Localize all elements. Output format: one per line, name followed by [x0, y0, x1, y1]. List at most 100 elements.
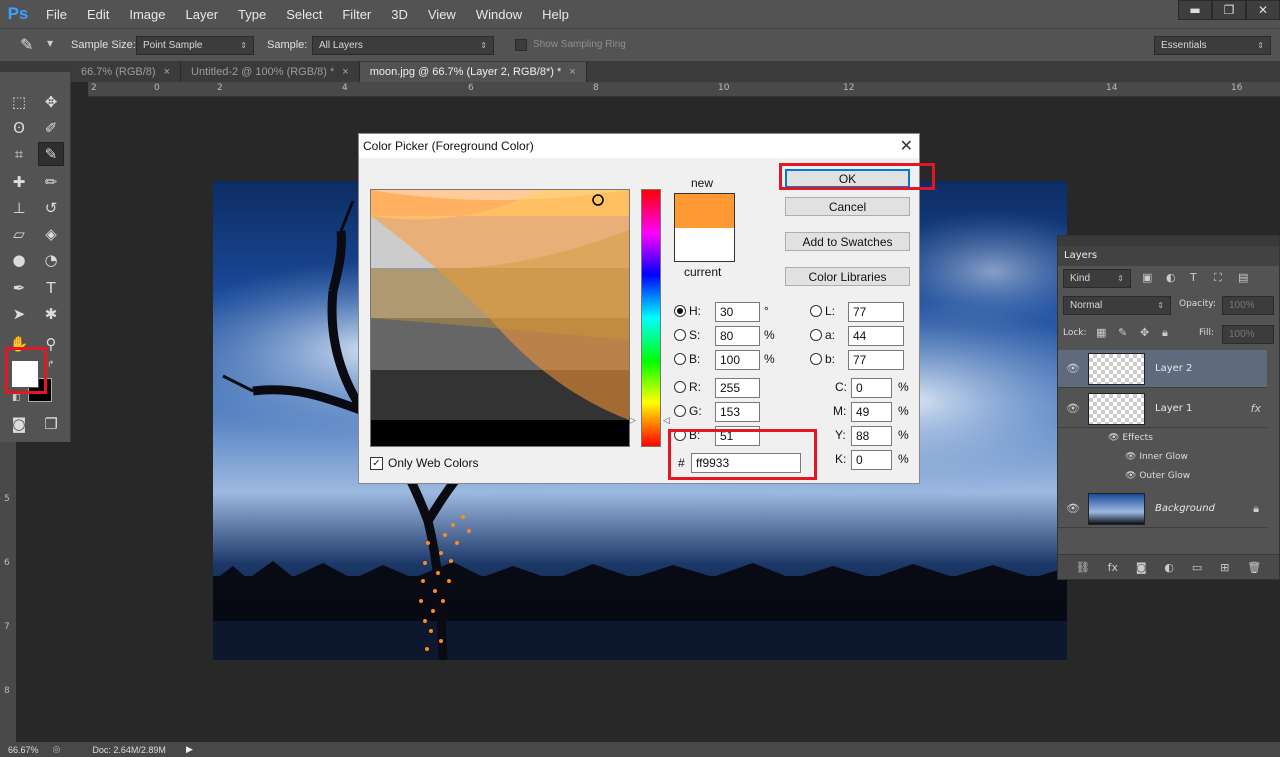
red-radio[interactable]: [674, 381, 686, 393]
menu-type[interactable]: Type: [228, 7, 276, 22]
brightness-radio[interactable]: [674, 353, 686, 365]
close-icon[interactable]: ×: [342, 66, 348, 78]
lasso-tool-icon[interactable]: ʘ: [6, 116, 32, 140]
eraser-tool-icon[interactable]: ▱: [6, 222, 32, 246]
crop-tool-icon[interactable]: ⌗: [6, 142, 32, 166]
eyedropper-icon[interactable]: ✎: [20, 35, 33, 54]
yellow-input[interactable]: 88: [851, 426, 892, 446]
layers-panel-title[interactable]: Layers: [1064, 250, 1097, 261]
menu-help[interactable]: Help: [532, 7, 579, 22]
layer-row-layer-2[interactable]: 👁︎ Layer 2: [1058, 350, 1267, 388]
color-field[interactable]: [370, 189, 630, 447]
close-icon[interactable]: ×: [569, 66, 575, 78]
paint-bucket-tool-icon[interactable]: ◈: [38, 222, 64, 246]
move-tool-icon[interactable]: ✥: [38, 90, 64, 114]
screen-mode-icon[interactable]: ❐: [38, 412, 64, 436]
minimize-button[interactable]: ▬: [1178, 0, 1212, 20]
new-color-swatch[interactable]: [675, 194, 734, 228]
brightness-input[interactable]: 100: [715, 350, 760, 370]
eye-icon[interactable]: 👁︎: [1108, 433, 1119, 443]
visibility-eye-icon[interactable]: 👁︎: [1058, 502, 1088, 515]
share-icon[interactable]: ◎: [53, 744, 61, 755]
add-to-swatches-button[interactable]: Add to Swatches: [785, 232, 910, 251]
menu-window[interactable]: Window: [466, 7, 532, 22]
visibility-eye-icon[interactable]: 👁︎: [1058, 402, 1088, 415]
layer-row-background[interactable]: 👁︎ Background 🔒︎: [1058, 490, 1267, 528]
menu-3d[interactable]: 3D: [381, 7, 418, 22]
tab-untitled-2[interactable]: Untitled-2 @ 100% (RGB/8) * ×: [181, 62, 360, 82]
quick-mask-icon[interactable]: ◙: [6, 412, 32, 436]
default-colors-icon[interactable]: ◧: [12, 393, 21, 403]
blur-tool-icon[interactable]: ●: [6, 248, 32, 272]
menu-file[interactable]: File: [36, 7, 77, 22]
cyan-input[interactable]: 0: [851, 378, 892, 398]
hue-radio[interactable]: [674, 305, 686, 317]
menu-select[interactable]: Select: [276, 7, 332, 22]
inner-glow-row[interactable]: 👁︎ Inner Glow: [1125, 452, 1188, 462]
add-mask-icon[interactable]: ◙: [1136, 561, 1147, 574]
type-tool-icon[interactable]: T: [38, 276, 64, 300]
color-libraries-button[interactable]: Color Libraries: [785, 267, 910, 286]
hue-slider-right-arrow[interactable]: ◁: [663, 415, 670, 426]
close-icon[interactable]: ✕: [900, 136, 913, 156]
green-input[interactable]: 153: [715, 402, 760, 422]
swap-colors-icon[interactable]: ↱: [47, 360, 55, 370]
layer-kind-filter[interactable]: Kind ⇕: [1063, 269, 1131, 288]
close-button[interactable]: ✕: [1246, 0, 1280, 20]
lock-all-icon[interactable]: 🔒︎: [1162, 326, 1168, 340]
current-color-swatch[interactable]: [675, 228, 734, 261]
menu-filter[interactable]: Filter: [332, 7, 381, 22]
saturation-radio[interactable]: [674, 329, 686, 341]
eyedropper-tool-icon[interactable]: ✎: [38, 142, 64, 166]
outer-glow-row[interactable]: 👁︎ Outer Glow: [1125, 471, 1190, 481]
path-selection-tool-icon[interactable]: ➤: [6, 302, 32, 326]
add-style-icon[interactable]: fx: [1108, 561, 1118, 574]
b-lab-input[interactable]: 77: [848, 350, 904, 370]
l-radio[interactable]: [810, 305, 822, 317]
show-sampling-ring-checkbox[interactable]: [515, 39, 527, 51]
pen-tool-icon[interactable]: ✒: [6, 276, 32, 300]
only-web-colors-option[interactable]: ✓ Only Web Colors: [370, 456, 478, 470]
blend-mode-select[interactable]: Normal ⇕: [1063, 296, 1171, 315]
a-radio[interactable]: [810, 329, 822, 341]
effects-row[interactable]: 👁︎ Effects: [1108, 433, 1153, 443]
new-group-icon[interactable]: ▭: [1192, 561, 1202, 574]
eye-icon[interactable]: 👁︎: [1125, 452, 1136, 462]
sample-size-select[interactable]: Point Sample ⇕: [136, 36, 254, 55]
dodge-tool-icon[interactable]: ◔: [38, 248, 64, 272]
filter-adjustment-icon[interactable]: ◐: [1166, 271, 1176, 284]
a-input[interactable]: 44: [848, 326, 904, 346]
new-layer-icon[interactable]: ⊞: [1220, 561, 1229, 574]
saturation-input[interactable]: 80: [715, 326, 760, 346]
healing-brush-tool-icon[interactable]: ✚: [6, 170, 32, 194]
hue-slider-left-arrow[interactable]: ▷: [629, 415, 636, 426]
filter-pixel-icon[interactable]: ▣: [1142, 271, 1152, 284]
tab-moon[interactable]: moon.jpg @ 66.7% (Layer 2, RGB/8*) * ×: [359, 62, 587, 82]
history-brush-tool-icon[interactable]: ↺: [38, 196, 64, 220]
filter-smart-object-icon[interactable]: ▤: [1238, 271, 1248, 284]
chevron-down-icon[interactable]: ▼: [47, 39, 53, 48]
l-input[interactable]: 77: [848, 302, 904, 322]
black-input[interactable]: 0: [851, 450, 892, 470]
only-web-colors-checkbox[interactable]: ✓: [370, 456, 383, 470]
restore-button[interactable]: ❐: [1212, 0, 1246, 20]
eye-icon[interactable]: 👁︎: [1125, 471, 1136, 481]
arrow-right-icon[interactable]: ▶: [186, 744, 193, 755]
filter-shape-icon[interactable]: ⛶: [1214, 271, 1222, 285]
menu-layer[interactable]: Layer: [176, 7, 229, 22]
close-icon[interactable]: ×: [164, 66, 170, 78]
lock-transparent-icon[interactable]: ▦: [1096, 326, 1106, 339]
fill-input[interactable]: 100%: [1222, 325, 1274, 344]
menu-view[interactable]: View: [418, 7, 466, 22]
hue-slider[interactable]: [641, 189, 661, 447]
lock-position-icon[interactable]: ✥: [1140, 326, 1149, 339]
link-layers-icon[interactable]: ⛓: [1076, 561, 1090, 574]
opacity-input[interactable]: 100%: [1222, 296, 1274, 315]
filter-type-icon[interactable]: T: [1190, 271, 1197, 284]
workspace-select[interactable]: Essentials ⇕: [1154, 36, 1271, 55]
red-input[interactable]: 255: [715, 378, 760, 398]
hue-input[interactable]: 30: [715, 302, 760, 322]
marquee-tool-icon[interactable]: ⬚: [6, 90, 32, 114]
brush-tool-icon[interactable]: ✏: [38, 170, 64, 194]
magenta-input[interactable]: 49: [851, 402, 892, 422]
